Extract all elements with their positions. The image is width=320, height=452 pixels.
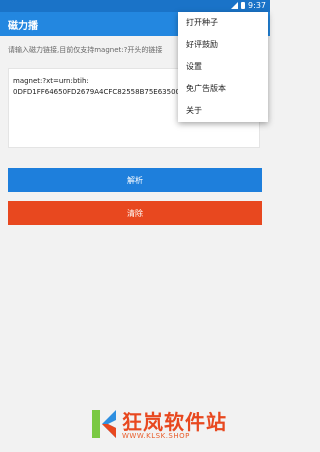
watermark-url: WWW.KLSK.SHOP bbox=[122, 432, 190, 440]
status-icons: 9:37 bbox=[231, 1, 266, 10]
menu-item-ad-free[interactable]: 免广告版本 bbox=[178, 78, 268, 100]
menu-item-settings[interactable]: 设置 bbox=[178, 56, 268, 78]
signal-icon bbox=[231, 2, 239, 9]
watermark: 狂岚软件站 WWW.KLSK.SHOP bbox=[88, 406, 248, 444]
menu-item-about[interactable]: 关于 bbox=[178, 100, 268, 122]
input-hint: 请输入磁力链接,目前仅支持magnet:?开头的链接 bbox=[8, 46, 163, 54]
clear-button[interactable]: 清除 bbox=[8, 201, 262, 225]
status-bar: 9:37 bbox=[0, 0, 270, 12]
status-time: 9:37 bbox=[248, 1, 266, 10]
magnet-input-line-1: magnet:?xt=urn:btih: bbox=[13, 77, 89, 85]
overflow-menu: 打开种子 好评鼓励 设置 免广告版本 关于 bbox=[178, 12, 268, 122]
watermark-logo-icon bbox=[92, 410, 116, 438]
menu-item-rate[interactable]: 好评鼓励 bbox=[178, 34, 268, 56]
watermark-title: 狂岚软件站 bbox=[122, 410, 227, 434]
magnet-input-line-2: 0DFD1FF64650FD2679A4CFC82558B75E6350065 bbox=[13, 88, 189, 96]
parse-button[interactable]: 解析 bbox=[8, 168, 262, 192]
battery-icon bbox=[241, 2, 246, 9]
menu-item-open-torrent[interactable]: 打开种子 bbox=[178, 12, 268, 34]
app-title: 磁力播 bbox=[8, 21, 38, 32]
